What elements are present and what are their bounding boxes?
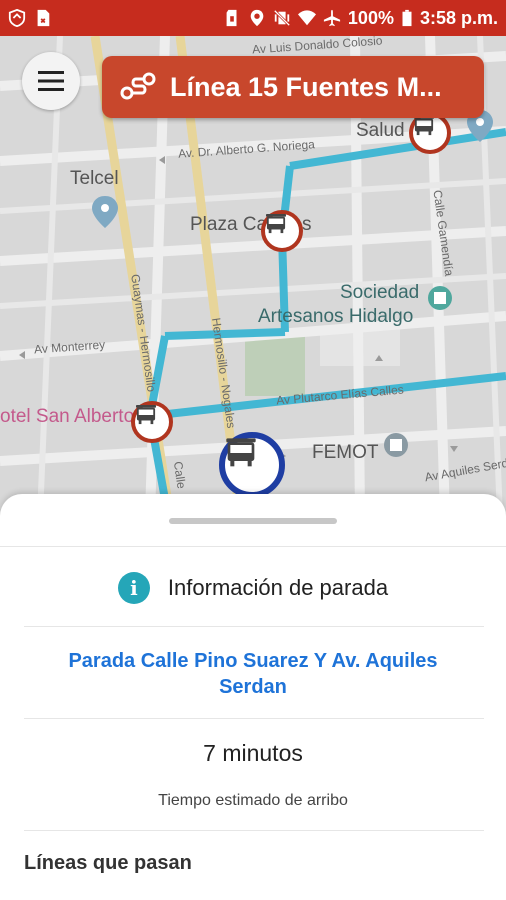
shield-icon xyxy=(8,9,26,27)
bus-icon xyxy=(266,214,286,234)
vibrate-icon xyxy=(273,9,291,27)
status-bar: 100% 3:58 p.m. xyxy=(0,0,506,36)
lines-section-title: Líneas que pasan xyxy=(24,852,192,874)
divider xyxy=(24,830,484,831)
wifi-icon xyxy=(297,10,316,26)
battery-icon xyxy=(402,9,412,27)
place-label-plaza: Plaza Ca xyxy=(190,214,268,235)
place-label-plaza-end: s xyxy=(302,214,312,235)
route-icon xyxy=(120,72,156,100)
place-label-salud: Salud xyxy=(356,120,405,141)
divider xyxy=(24,718,484,719)
airplane-icon xyxy=(323,9,341,27)
bus-icon xyxy=(226,438,256,467)
sd-card-icon xyxy=(226,9,237,27)
stop-name-link[interactable]: Parada Calle Pino Suarez Y Av. Aquiles S… xyxy=(40,648,466,700)
bus-icon xyxy=(414,116,434,136)
location-icon xyxy=(250,9,264,27)
sheet-drag-handle[interactable] xyxy=(169,518,337,524)
route-selector-button[interactable]: Línea 15 Fuentes M... xyxy=(102,56,484,118)
hamburger-icon xyxy=(38,71,64,91)
sim-icon xyxy=(37,9,50,27)
bus-stop-marker[interactable] xyxy=(409,112,451,154)
place-label-telcel: Telcel xyxy=(70,168,119,189)
divider xyxy=(24,626,484,627)
clock: 3:58 p.m. xyxy=(419,7,498,28)
place-label-sociedad: Sociedad xyxy=(340,282,420,303)
eta-value: 7 minutos xyxy=(203,740,303,766)
selected-bus-stop-marker[interactable] xyxy=(219,432,285,498)
place-label-hotel: otel San Alberto xyxy=(0,406,135,427)
place-label-femot: FEMOT xyxy=(312,442,379,463)
info-icon: i xyxy=(117,572,150,604)
bus-icon xyxy=(136,405,156,425)
divider xyxy=(0,546,506,547)
route-name: Línea 15 Fuentes M... xyxy=(170,71,442,102)
place-label-artesanos: Artesanos Hidalgo xyxy=(258,306,414,327)
sheet-header: i Información de parada xyxy=(0,566,506,610)
eta-label: Tiempo estimado de arribo xyxy=(158,792,348,809)
stop-info-sheet: i Información de parada Parada Calle Pin… xyxy=(0,494,506,900)
menu-button[interactable] xyxy=(22,52,80,110)
sheet-title: Información de parada xyxy=(167,575,389,600)
bus-stop-marker[interactable] xyxy=(261,210,303,252)
bus-stop-marker[interactable] xyxy=(131,401,173,443)
battery-percent: 100% xyxy=(347,7,394,28)
